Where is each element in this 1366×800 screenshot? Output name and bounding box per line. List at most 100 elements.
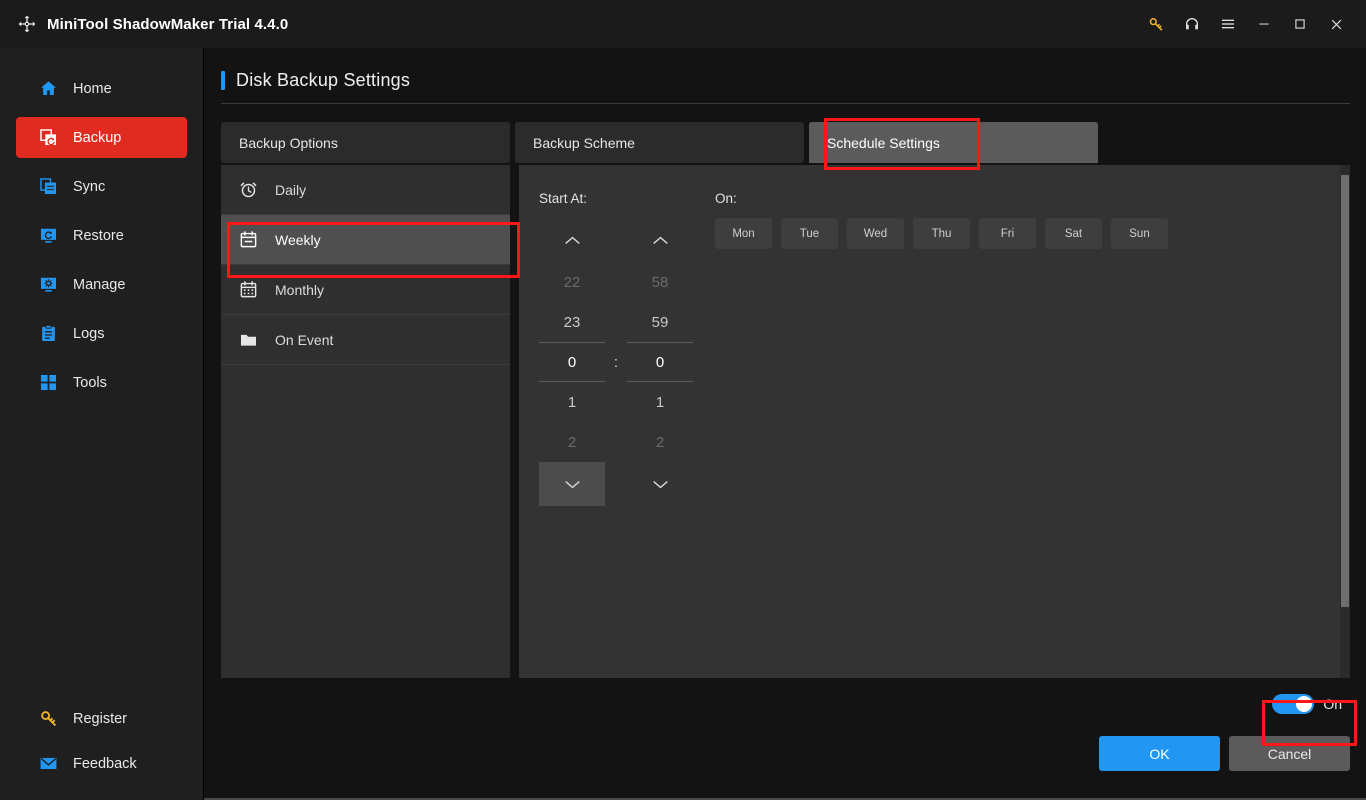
sidebar-item-sync[interactable]: Sync — [16, 166, 187, 207]
shadowmaker-logo-icon — [16, 13, 38, 35]
sidebar-item-label: Manage — [73, 276, 126, 293]
schedule-type-list: Daily Weekly Monthly On Event — [221, 165, 510, 678]
sidebar-item-manage[interactable]: Manage — [16, 264, 187, 305]
alarm-clock-icon — [237, 179, 259, 201]
sidebar-item-label: Backup — [73, 129, 122, 146]
schedule-type-label: Monthly — [275, 281, 325, 298]
day-button-fri[interactable]: Fri — [979, 218, 1036, 249]
window-title: MiniTool ShadowMaker Trial 4.4.0 — [47, 15, 289, 33]
schedule-type-daily[interactable]: Daily — [221, 165, 510, 215]
home-icon — [38, 78, 59, 99]
sidebar-item-label: Restore — [73, 227, 124, 244]
tools-icon — [38, 372, 59, 393]
tab-backup-options[interactable]: Backup Options — [221, 122, 510, 163]
title-bar: MiniTool ShadowMaker Trial 4.4.0 — [0, 0, 1366, 48]
schedule-type-monthly[interactable]: Monthly — [221, 265, 510, 315]
app-body: Home Backup Sync Restore Manage Logs Too… — [0, 48, 1366, 800]
day-button-row: Mon Tue Wed Thu Fri Sat Sun — [715, 218, 1168, 249]
application-window: MiniTool ShadowMaker Trial 4.4.0 Home Ba… — [0, 0, 1366, 800]
tab-backup-scheme[interactable]: Backup Scheme — [515, 122, 804, 163]
schedule-type-label: On Event — [275, 331, 334, 348]
hour-selected-value[interactable]: 0 — [539, 342, 605, 382]
sidebar-item-label: Home — [73, 80, 112, 97]
ok-button-label: OK — [1149, 745, 1170, 762]
manage-icon — [38, 274, 59, 295]
sidebar-item-tools[interactable]: Tools — [16, 362, 187, 403]
sidebar-item-label: Tools — [73, 374, 107, 391]
start-at-label: Start At: — [539, 191, 588, 206]
minute-option[interactable]: 1 — [627, 382, 693, 422]
hour-option[interactable]: 1 — [539, 382, 605, 422]
day-button-tue[interactable]: Tue — [781, 218, 838, 249]
dialog-footer: On OK Cancel — [203, 681, 1366, 800]
sidebar-item-label: Logs — [73, 325, 105, 342]
toggle-state-label: On — [1323, 696, 1342, 712]
sidebar-item-label: Register — [73, 710, 127, 727]
hour-option[interactable]: 23 — [539, 302, 605, 342]
calendar-week-icon — [237, 229, 259, 251]
title-accent-bar — [221, 71, 225, 90]
day-button-sun[interactable]: Sun — [1111, 218, 1168, 249]
minute-option[interactable]: 58 — [627, 262, 693, 302]
hour-option[interactable]: 2 — [539, 422, 605, 462]
menu-icon[interactable] — [1210, 9, 1246, 39]
on-label: On: — [715, 191, 737, 206]
day-button-wed[interactable]: Wed — [847, 218, 904, 249]
tab-label: Schedule Settings — [827, 134, 940, 151]
sidebar: Home Backup Sync Restore Manage Logs Too… — [0, 48, 203, 800]
maximize-icon[interactable] — [1282, 9, 1318, 39]
enable-schedule-row: On — [1272, 694, 1342, 714]
day-button-thu[interactable]: Thu — [913, 218, 970, 249]
hour-option[interactable]: 22 — [539, 262, 605, 302]
minute-selected-value[interactable]: 0 — [627, 342, 693, 382]
day-label: Mon — [732, 227, 755, 240]
schedule-type-on-event[interactable]: On Event — [221, 315, 510, 365]
headphones-icon[interactable] — [1174, 9, 1210, 39]
key-icon — [38, 708, 59, 729]
schedule-type-weekly[interactable]: Weekly — [221, 215, 510, 265]
day-button-sat[interactable]: Sat — [1045, 218, 1102, 249]
sidebar-item-home[interactable]: Home — [16, 68, 187, 109]
mail-icon — [38, 753, 59, 774]
sidebar-item-feedback[interactable]: Feedback — [16, 743, 187, 784]
minute-spinner: 58 59 0 1 2 — [627, 218, 693, 506]
sidebar-edge-divider — [203, 0, 204, 800]
sidebar-item-backup[interactable]: Backup — [16, 117, 187, 158]
restore-icon — [38, 225, 59, 246]
day-button-mon[interactable]: Mon — [715, 218, 772, 249]
ok-button[interactable]: OK — [1099, 736, 1220, 771]
minimize-icon[interactable] — [1246, 9, 1282, 39]
close-icon[interactable] — [1318, 9, 1354, 39]
key-icon[interactable] — [1138, 9, 1174, 39]
page-title: Disk Backup Settings — [236, 70, 411, 90]
folder-icon — [237, 329, 259, 351]
sidebar-item-register[interactable]: Register — [16, 698, 187, 739]
tab-label: Backup Options — [239, 134, 338, 151]
hour-up-arrow-icon[interactable] — [539, 218, 605, 262]
start-at-group: Start At: 22 23 0 1 2: 58 59 0 1 2 — [539, 191, 715, 506]
minute-up-arrow-icon[interactable] — [627, 218, 693, 262]
sidebar-item-logs[interactable]: Logs — [16, 313, 187, 354]
page-title-row: Disk Backup Settings — [221, 70, 1350, 103]
settings-content: Daily Weekly Monthly On Event Start At: … — [203, 163, 1366, 681]
tab-schedule-settings[interactable]: Schedule Settings — [809, 122, 1098, 163]
day-label: Sat — [1064, 227, 1083, 240]
schedule-type-label: Daily — [275, 181, 307, 198]
panel-scrollbar[interactable] — [1340, 165, 1350, 678]
sidebar-item-restore[interactable]: Restore — [16, 215, 187, 256]
panel-scrollbar-thumb[interactable] — [1341, 175, 1349, 607]
minute-option[interactable]: 2 — [627, 422, 693, 462]
time-spinners: 22 23 0 1 2 : 58 59 0 1 2 — [539, 218, 715, 506]
enable-schedule-toggle[interactable] — [1272, 694, 1315, 714]
minute-option[interactable]: 59 — [627, 302, 693, 342]
cancel-button[interactable]: Cancel — [1229, 736, 1350, 771]
hour-down-arrow-icon[interactable] — [539, 462, 605, 506]
minute-down-arrow-icon[interactable] — [627, 462, 693, 506]
sidebar-item-label: Feedback — [73, 755, 137, 772]
on-days-group: On: Mon Tue Wed Thu Fri Sat Sun — [715, 191, 1168, 506]
footer-button-row: OK Cancel — [1099, 736, 1350, 771]
schedule-detail-panel: Start At: 22 23 0 1 2: 58 59 0 1 2 On: … — [519, 165, 1350, 678]
cancel-button-label: Cancel — [1267, 745, 1312, 762]
day-label: Wed — [863, 227, 888, 240]
schedule-detail-inner: Start At: 22 23 0 1 2: 58 59 0 1 2 On: … — [519, 165, 1350, 506]
